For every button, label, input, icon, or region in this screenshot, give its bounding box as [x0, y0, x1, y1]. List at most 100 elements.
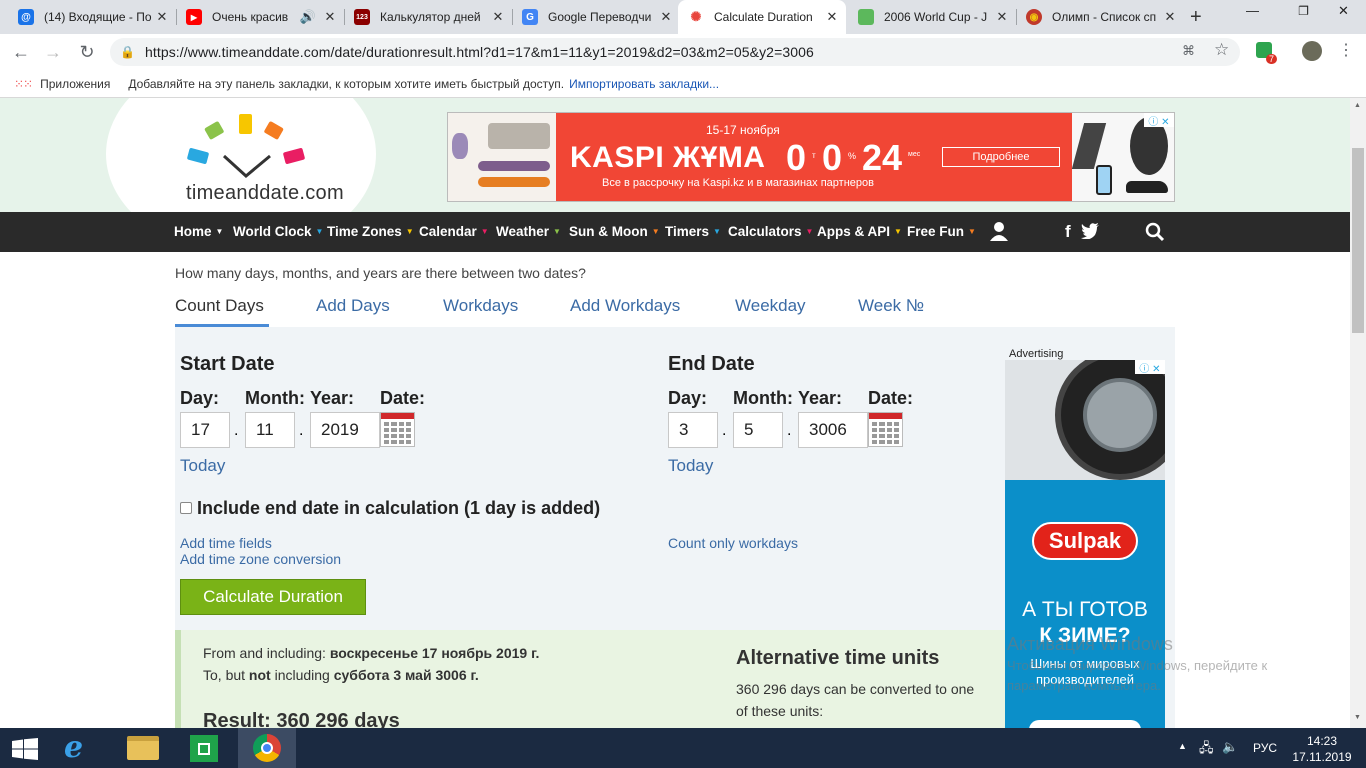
close-tab-icon[interactable]: ✕ — [154, 9, 170, 25]
menu-dots-icon[interactable]: ⋮ — [1338, 40, 1354, 60]
tray-expand-icon[interactable]: ▲ — [1178, 741, 1187, 751]
separator-dot: . — [234, 422, 239, 439]
speaker-icon[interactable]: 🔊 — [300, 9, 316, 25]
close-tab-icon[interactable]: ✕ — [1162, 9, 1178, 25]
close-tab-icon[interactable]: ✕ — [322, 9, 338, 25]
import-bookmarks-link[interactable]: Импортировать закладки... — [569, 77, 719, 91]
chrome-taskbar-button[interactable] — [238, 728, 296, 768]
include-end-label[interactable]: Include end date in calculation (1 day i… — [197, 498, 600, 519]
scroll-down-arrow-icon[interactable]: ▼ — [1354, 714, 1361, 721]
ad-info-icon[interactable]: ⓘ ✕ — [1144, 113, 1174, 128]
search-icon[interactable] — [1145, 222, 1165, 247]
ad-date: 15-17 ноября — [706, 123, 780, 137]
store-icon[interactable] — [190, 735, 218, 762]
nav-home[interactable]: Home ▼ — [174, 212, 223, 252]
browser-tab-translate[interactable]: G Google Переводчи ✕ — [512, 0, 680, 34]
nav-timers[interactable]: Timers ▼ — [665, 212, 721, 252]
apps-grid-icon[interactable]: ⁙⁙ — [14, 77, 33, 91]
nav-calculators[interactable]: Calculators ▼ — [728, 212, 813, 252]
profile-avatar[interactable] — [1302, 41, 1322, 61]
minimize-icon[interactable]: — — [1230, 0, 1275, 24]
end-day-label: Day: — [668, 388, 708, 408]
restore-icon[interactable]: ❐ — [1281, 0, 1326, 24]
tab-week-number[interactable]: Week № — [858, 296, 924, 316]
close-tab-icon[interactable]: ✕ — [824, 9, 840, 25]
calculate-duration-button[interactable]: Calculate Duration — [180, 579, 366, 615]
tab-add-workdays[interactable]: Add Workdays — [570, 296, 680, 316]
tab-weekday[interactable]: Weekday — [735, 296, 806, 316]
start-year-input[interactable]: 2019 — [310, 412, 380, 448]
forward-arrow-icon[interactable]: → — [38, 34, 68, 70]
end-year-input[interactable]: 3006 — [798, 412, 868, 448]
browser-tab-youtube[interactable]: ▶ Очень красив 🔊 ✕ — [176, 0, 344, 34]
close-tab-icon[interactable]: ✕ — [490, 9, 506, 25]
start-month-input[interactable]: 11 — [245, 412, 295, 448]
spreadsheet-favicon-icon — [858, 9, 874, 25]
ad-offer-unit-b: % — [848, 151, 857, 161]
add-timezone-link[interactable]: Add time zone conversion — [180, 551, 341, 567]
reload-icon[interactable]: ↻ — [72, 34, 102, 70]
include-end-checkbox[interactable] — [180, 502, 192, 514]
count-workdays-link[interactable]: Count only workdays — [668, 535, 798, 551]
side-ad-info-icon[interactable]: ⓘ ✕ — [1135, 360, 1165, 375]
logo-mark-icon[interactable] — [186, 112, 311, 182]
nav-calendar[interactable]: Calendar ▼ — [419, 212, 489, 252]
ad-offer-unit-a: т — [812, 151, 816, 160]
browser-tab-day-calculator[interactable]: 123 Калькулятор дней ✕ — [344, 0, 512, 34]
side-ad-button[interactable] — [1029, 720, 1141, 728]
calendar-picker-icon[interactable] — [868, 412, 903, 447]
new-tab-icon[interactable]: + — [1190, 6, 1202, 29]
close-tab-icon[interactable]: ✕ — [658, 9, 674, 25]
start-day-input[interactable]: 17 — [180, 412, 230, 448]
tab-workdays[interactable]: Workdays — [443, 296, 518, 316]
alt-units-text: of these units: — [736, 703, 824, 719]
browser-tab-calculate-duration[interactable]: ✺ Calculate Duration ✕ — [678, 0, 846, 34]
end-month-input[interactable]: 5 — [733, 412, 783, 448]
windows-start-icon[interactable] — [12, 738, 38, 765]
bookmarks-hint: Добавляйте на эту панель закладки, к кот… — [128, 76, 565, 91]
tab-count-days[interactable]: Count Days — [175, 296, 264, 316]
clock-date[interactable]: 17.11.2019 — [1290, 750, 1354, 764]
tab-title: 2006 World Cup - J — [884, 10, 988, 24]
apps-label[interactable]: Приложения — [40, 77, 110, 91]
language-indicator[interactable]: РУС — [1253, 741, 1277, 755]
banner-ad[interactable]: 15-17 ноября KASPI ЖҰМА 0 т 0 % 24 мес В… — [447, 112, 1175, 202]
end-today-link[interactable]: Today — [668, 456, 713, 476]
browser-tab-olimp[interactable]: ◉ Олимп - Список сп ✕ — [1016, 0, 1184, 34]
twitter-icon[interactable] — [1081, 223, 1099, 244]
site-logo-text[interactable]: timeanddate.com — [186, 182, 344, 205]
file-explorer-icon[interactable] — [127, 736, 159, 760]
close-window-icon[interactable]: ✕ — [1321, 0, 1366, 24]
add-time-fields-link[interactable]: Add time fields — [180, 535, 272, 551]
nav-weather[interactable]: Weather ▼ — [496, 212, 561, 252]
scroll-up-arrow-icon[interactable]: ▲ — [1354, 102, 1361, 109]
facebook-icon[interactable]: f — [1065, 212, 1071, 252]
browser-tab-world-cup[interactable]: 2006 World Cup - J ✕ — [848, 0, 1016, 34]
translate-page-icon[interactable]: ⌘ — [1182, 43, 1195, 59]
nav-sun-moon[interactable]: Sun & Moon ▼ — [569, 212, 660, 252]
user-account-icon[interactable] — [989, 221, 1009, 246]
end-day-input[interactable]: 3 — [668, 412, 718, 448]
nav-free-fun[interactable]: Free Fun ▼ — [907, 212, 976, 252]
internet-explorer-icon[interactable]: e — [64, 730, 83, 765]
ad-details-button[interactable]: Подробнее — [942, 147, 1060, 167]
close-tab-icon[interactable]: ✕ — [994, 9, 1010, 25]
address-bar[interactable]: 🔒 https://www.timeanddate.com/date/durat… — [110, 38, 1240, 66]
clock-time[interactable]: 14:23 — [1294, 734, 1350, 748]
skateboard-image — [478, 161, 550, 171]
bookmark-star-icon[interactable]: ☆ — [1214, 40, 1229, 60]
volume-icon[interactable]: 🔈 — [1222, 739, 1238, 755]
browser-tab-mail[interactable]: @ (14) Входящие - По ✕ — [8, 0, 176, 34]
scrollbar-thumb[interactable] — [1352, 148, 1364, 333]
tab-add-days[interactable]: Add Days — [316, 296, 390, 316]
nav-world-clock[interactable]: World Clock ▼ — [233, 212, 323, 252]
youtube-favicon-icon: ▶ — [186, 9, 202, 25]
calendar-picker-icon[interactable] — [380, 412, 415, 447]
nav-apps-api[interactable]: Apps & API ▼ — [817, 212, 902, 252]
back-arrow-icon[interactable]: ← — [6, 34, 36, 70]
network-icon[interactable]: 🖧 — [1199, 739, 1214, 761]
tab-title: (14) Входящие - По — [44, 10, 152, 24]
tab-title: Калькулятор дней — [380, 10, 481, 24]
start-today-link[interactable]: Today — [180, 456, 225, 476]
nav-time-zones[interactable]: Time Zones ▼ — [327, 212, 414, 252]
